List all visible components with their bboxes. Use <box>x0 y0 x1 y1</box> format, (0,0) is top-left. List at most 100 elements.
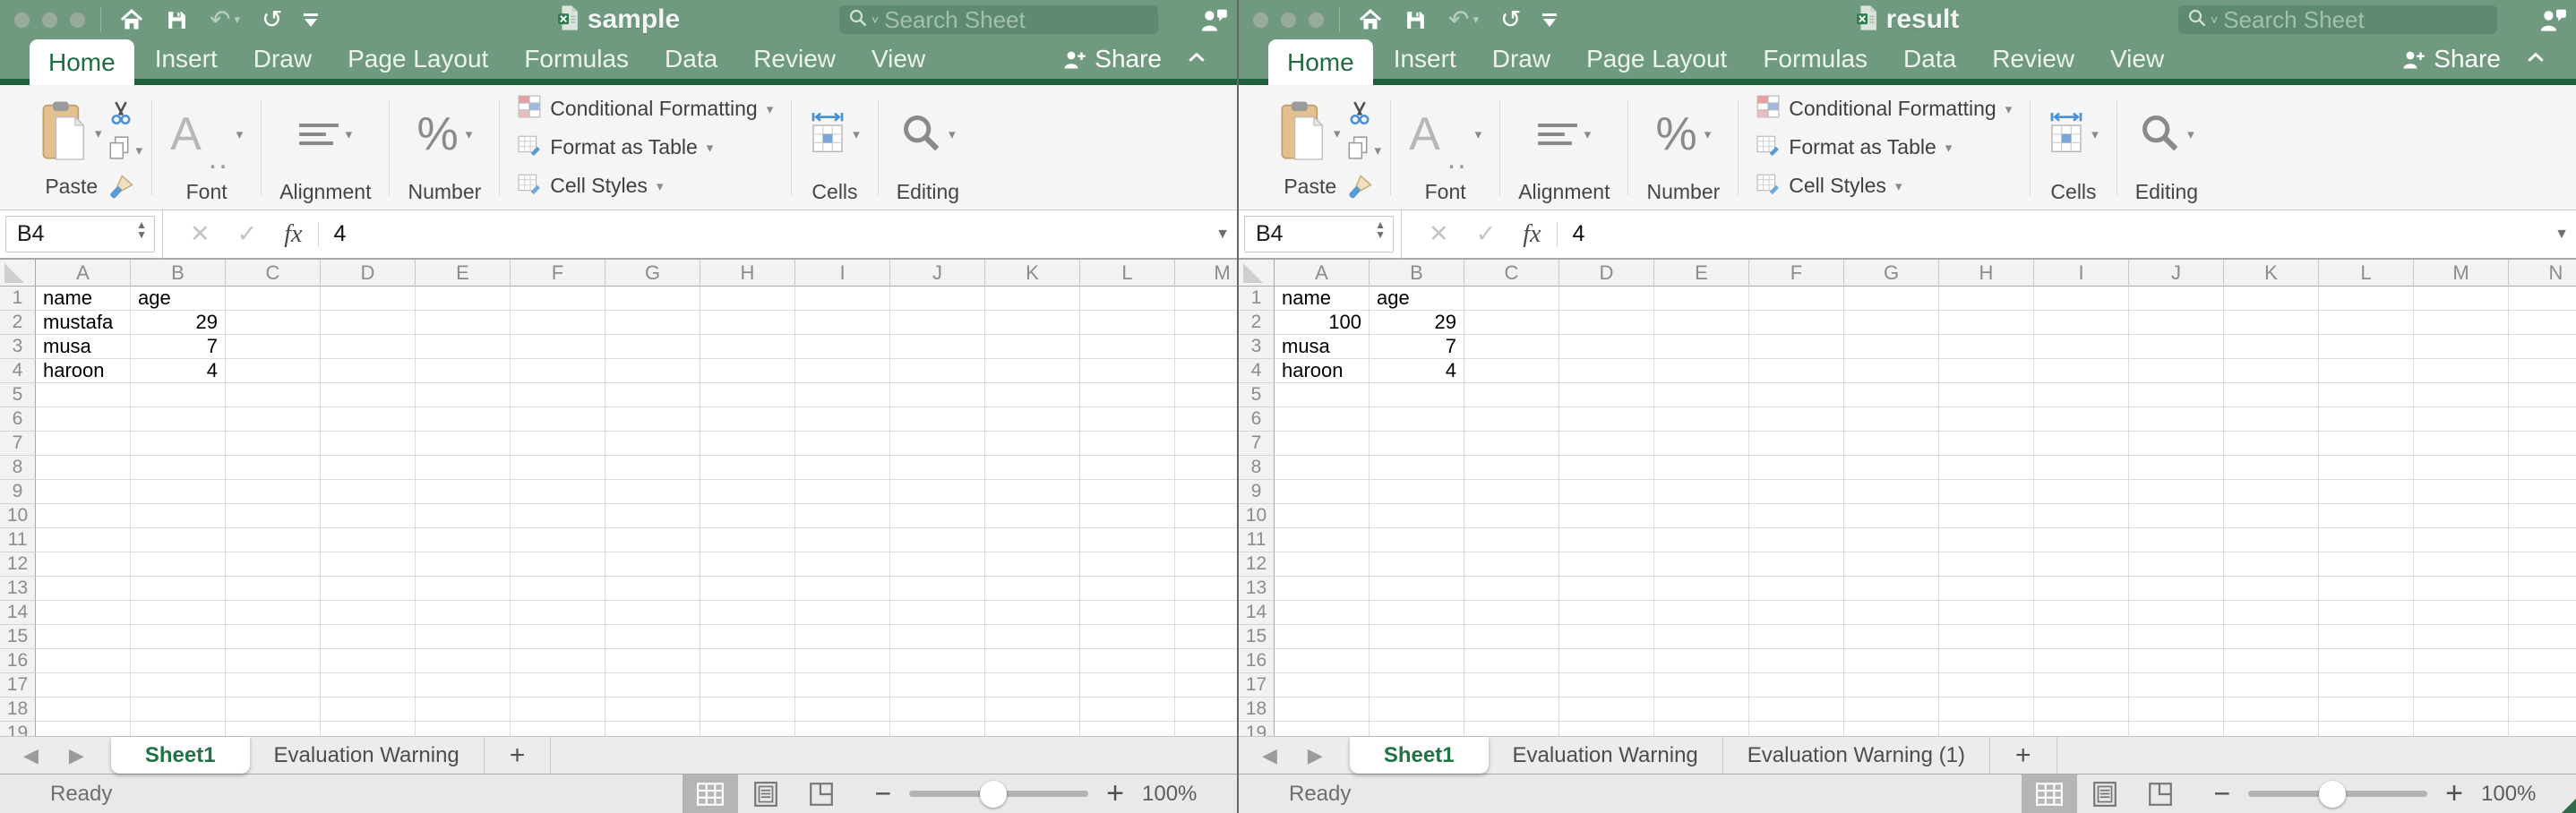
cell-M13[interactable] <box>2414 577 2509 601</box>
cell-D17[interactable] <box>321 673 416 697</box>
cell-K14[interactable] <box>2224 601 2319 625</box>
cell-M6[interactable] <box>2414 407 2509 432</box>
cell-H15[interactable] <box>1939 625 2034 649</box>
column-header-D[interactable]: D <box>1559 260 1654 287</box>
cell-I11[interactable] <box>2034 528 2129 552</box>
row-header-17[interactable]: 17 <box>1239 673 1275 697</box>
cell-F6[interactable] <box>1749 407 1844 432</box>
cell-J19[interactable] <box>890 722 985 736</box>
cell-H18[interactable] <box>700 697 795 722</box>
cell-B2[interactable]: 29 <box>1370 311 1464 335</box>
cell-C2[interactable] <box>1464 311 1559 335</box>
cell-M5[interactable] <box>1175 383 1237 407</box>
cells-dropdown-icon[interactable]: ▾ <box>853 126 860 142</box>
cell-B7[interactable] <box>1370 432 1464 456</box>
cell-N19[interactable] <box>2509 722 2576 736</box>
cell-C5[interactable] <box>226 383 321 407</box>
cell-J15[interactable] <box>890 625 985 649</box>
name-box-spinner[interactable]: ▲ ▼ <box>136 220 147 240</box>
tab-page-layout[interactable]: Page Layout <box>1571 39 1742 79</box>
cell-D11[interactable] <box>321 528 416 552</box>
cell-F18[interactable] <box>511 697 605 722</box>
cell-K3[interactable] <box>2224 335 2319 359</box>
cell-E19[interactable] <box>416 722 511 736</box>
column-header-I[interactable]: I <box>795 260 890 287</box>
cell-L1[interactable] <box>2319 287 2414 311</box>
row-header-9[interactable]: 9 <box>1239 480 1275 504</box>
cell-A15[interactable] <box>36 625 131 649</box>
cell-K17[interactable] <box>985 673 1080 697</box>
cell-A9[interactable] <box>1275 480 1370 504</box>
number-dropdown-icon[interactable]: ▾ <box>466 126 473 142</box>
sheet-tab-evaluation-warning[interactable]: Evaluation Warning <box>1489 737 1723 774</box>
cell-M10[interactable] <box>2414 504 2509 528</box>
column-header-N[interactable]: N <box>2509 260 2576 287</box>
cell-G9[interactable] <box>1844 480 1939 504</box>
cell-I3[interactable] <box>795 335 890 359</box>
cell-K8[interactable] <box>985 456 1080 480</box>
cell-C9[interactable] <box>1464 480 1559 504</box>
cell-C12[interactable] <box>226 552 321 577</box>
cell-I4[interactable] <box>2034 359 2129 383</box>
cell-A19[interactable] <box>36 722 131 736</box>
fullscreen-window-button[interactable] <box>1308 12 1325 29</box>
cell-A9[interactable] <box>36 480 131 504</box>
cell-C15[interactable] <box>226 625 321 649</box>
cell-D5[interactable] <box>321 383 416 407</box>
cell-M14[interactable] <box>2414 601 2509 625</box>
sheet-tab-sheet1[interactable]: Sheet1 <box>1350 737 1489 774</box>
cell-B11[interactable] <box>131 528 226 552</box>
name-box[interactable]: B4 ▲ ▼ <box>1244 216 1394 252</box>
cell-N14[interactable] <box>2509 601 2576 625</box>
cell-I10[interactable] <box>795 504 890 528</box>
cell-D19[interactable] <box>1559 722 1654 736</box>
tab-view[interactable]: View <box>856 39 940 79</box>
cell-K16[interactable] <box>2224 649 2319 673</box>
cell-J9[interactable] <box>890 480 985 504</box>
undo-icon[interactable]: ↶▾ <box>1448 7 1479 32</box>
cell-A6[interactable] <box>36 407 131 432</box>
cell-D9[interactable] <box>1559 480 1654 504</box>
cell-G10[interactable] <box>1844 504 1939 528</box>
row-header-5[interactable]: 5 <box>1239 383 1275 407</box>
cell-C11[interactable] <box>226 528 321 552</box>
cell-B4[interactable]: 4 <box>1370 359 1464 383</box>
cell-K19[interactable] <box>985 722 1080 736</box>
cell-E1[interactable] <box>1654 287 1749 311</box>
cell-D10[interactable] <box>1559 504 1654 528</box>
row-header-12[interactable]: 12 <box>0 552 36 577</box>
cell-H7[interactable] <box>1939 432 2034 456</box>
cell-M17[interactable] <box>1175 673 1237 697</box>
copy-dropdown-icon[interactable]: ▾ <box>136 142 143 158</box>
cell-A12[interactable] <box>1275 552 1370 577</box>
cell-A16[interactable] <box>1275 649 1370 673</box>
cell-N9[interactable] <box>2509 480 2576 504</box>
cell-L12[interactable] <box>1080 552 1175 577</box>
cell-J7[interactable] <box>890 432 985 456</box>
row-header-8[interactable]: 8 <box>0 456 36 480</box>
cell-E7[interactable] <box>416 432 511 456</box>
collapse-ribbon-icon[interactable] <box>2526 51 2546 68</box>
cell-C13[interactable] <box>226 577 321 601</box>
editing-dropdown-icon[interactable]: ▾ <box>2187 126 2194 142</box>
row-header-15[interactable]: 15 <box>1239 625 1275 649</box>
row-header-5[interactable]: 5 <box>0 383 36 407</box>
cell-N1[interactable] <box>2509 287 2576 311</box>
cell-I19[interactable] <box>2034 722 2129 736</box>
cell-D3[interactable] <box>321 335 416 359</box>
cell-H5[interactable] <box>1939 383 2034 407</box>
next-sheet-icon[interactable]: ▶ <box>69 744 84 767</box>
cell-H15[interactable] <box>700 625 795 649</box>
cell-K3[interactable] <box>985 335 1080 359</box>
cell-M2[interactable] <box>2414 311 2509 335</box>
column-header-B[interactable]: B <box>131 260 226 287</box>
cell-B3[interactable]: 7 <box>1370 335 1464 359</box>
cell-C18[interactable] <box>1464 697 1559 722</box>
cell-B18[interactable] <box>1370 697 1464 722</box>
cell-D17[interactable] <box>1559 673 1654 697</box>
cell-M4[interactable] <box>1175 359 1237 383</box>
cell-D11[interactable] <box>1559 528 1654 552</box>
cell-A19[interactable] <box>1275 722 1370 736</box>
cell-L7[interactable] <box>1080 432 1175 456</box>
cell-G12[interactable] <box>1844 552 1939 577</box>
